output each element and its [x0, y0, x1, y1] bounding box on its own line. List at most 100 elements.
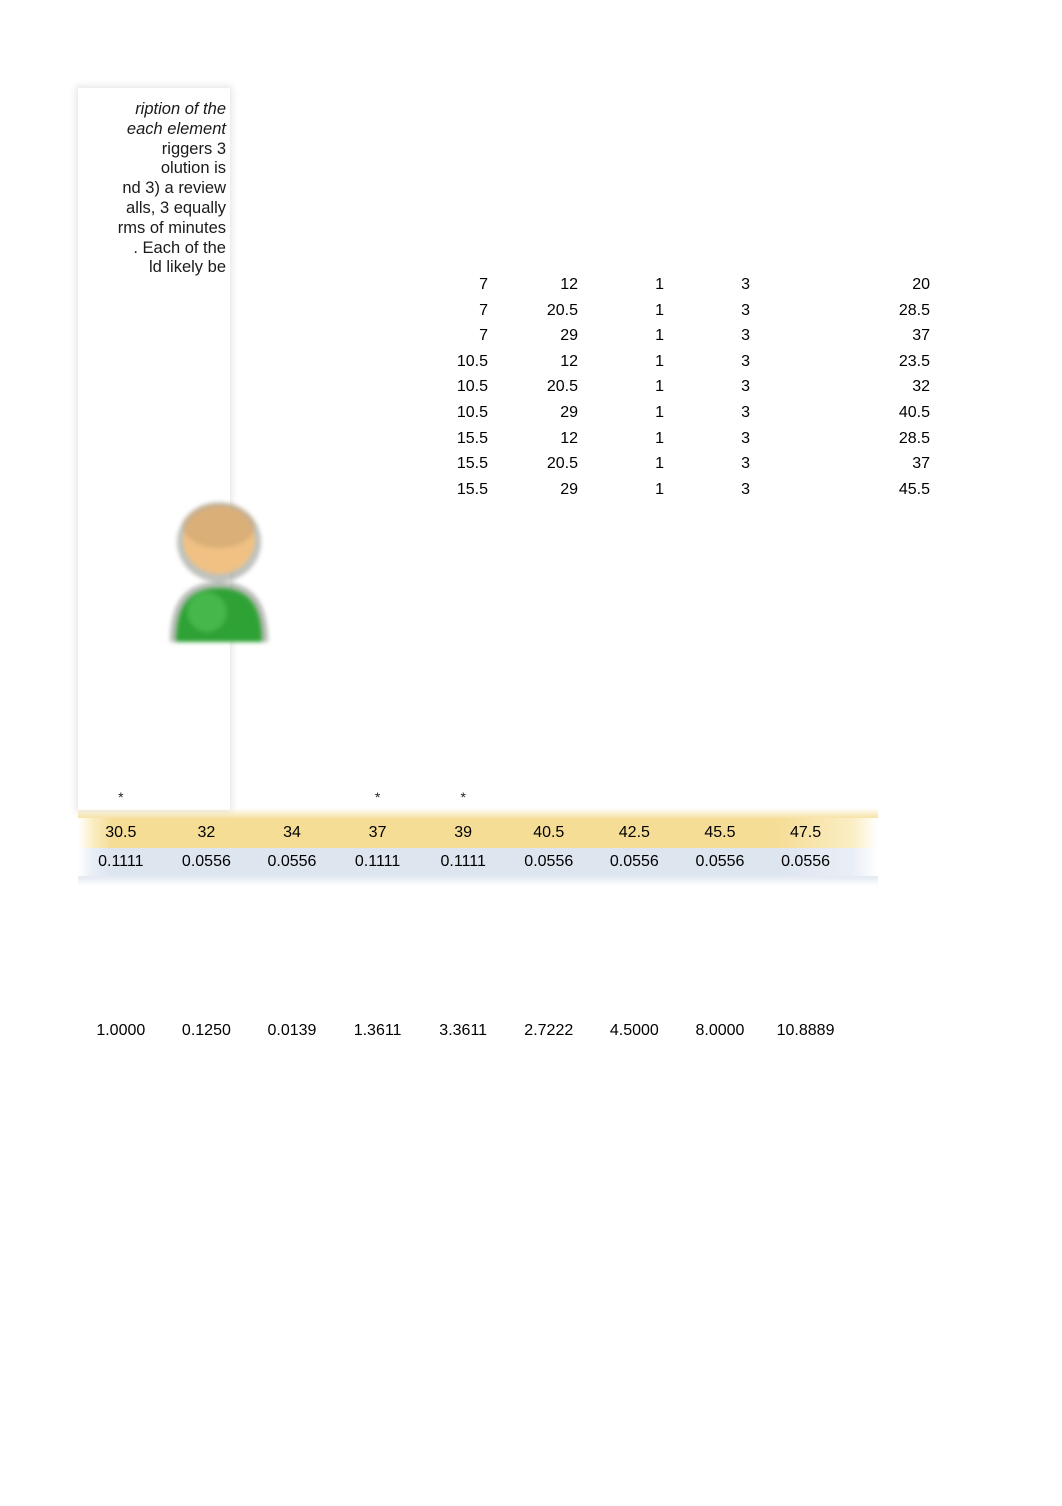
probability-cell: 0.0556 — [609, 853, 659, 870]
person-avatar-icon — [164, 494, 274, 642]
description-line-3: olution is — [160, 159, 226, 178]
table-cell: 1 — [655, 403, 664, 421]
table-cell: 12 — [560, 429, 578, 447]
table-cell: 23.5 — [898, 352, 930, 370]
table-cell: 3 — [741, 352, 750, 370]
table-cell: 12 — [560, 276, 578, 293]
table-cell: 10.5 — [456, 403, 488, 421]
table-cell: 15.5 — [456, 480, 488, 498]
probability-cell: 0.0556 — [267, 853, 317, 870]
band-fade-bottom — [78, 876, 878, 886]
probability-cell: 0.1111 — [440, 853, 486, 870]
table-cell: 40.5 — [898, 403, 930, 421]
table-cell: 1 — [655, 480, 664, 498]
data-table: 7 12 1 3 20 7 20.5 1 3 28.5 7 29 1 3 37 10.5 12 1 3 23.5 10.… — [430, 272, 930, 502]
table-cell: 45.5 — [898, 480, 930, 498]
table-cell: 3 — [741, 480, 750, 498]
value-cell: 40.5 — [533, 824, 565, 841]
computed-cell: 3.3611 — [439, 1022, 488, 1039]
table-row: 7 12 1 3 20 — [430, 272, 930, 298]
marker-cell: * — [118, 789, 124, 805]
description-line-5: alls, 3 equally — [126, 198, 226, 217]
table-cell: 29 — [560, 480, 578, 498]
value-cell: 45.5 — [704, 824, 736, 841]
marker-row: * * * — [78, 786, 878, 808]
table-cell: 1 — [655, 276, 664, 293]
table-row: 7 20.5 1 3 28.5 — [430, 298, 930, 324]
probability-cell: 0.0556 — [524, 853, 574, 870]
probability-cell: 0.0556 — [181, 853, 231, 870]
table-cell: 20.5 — [546, 378, 578, 396]
table-row: 10.5 20.5 1 3 32 — [430, 374, 930, 400]
computed-cell: 0.1250 — [181, 1022, 231, 1039]
table-cell: 12 — [560, 352, 578, 370]
computed-values-row: 1.0000 0.1250 0.0139 1.3611 3.3611 2.7222 4.50… — [78, 1018, 878, 1044]
probability-cell: 0.0556 — [781, 853, 831, 870]
computed-cell: 1.0000 — [96, 1022, 146, 1039]
table-row: 15.5 20.5 1 3 37 — [430, 451, 930, 477]
values-row: 30.5 32 34 37 39 40.5 42.5 45.5 47.5 — [78, 818, 878, 848]
band-fade-top — [78, 808, 878, 818]
computed-cell: 0.0139 — [267, 1022, 317, 1039]
probability-row: 0.1111 0.0556 0.0556 0.1111 0.1111 0.0556 0.05… — [78, 848, 878, 876]
description-text: ription of the each element riggers 3 ol… — [74, 100, 226, 278]
description-line-7: . Each of the — [133, 238, 226, 257]
value-cell: 42.5 — [618, 824, 650, 841]
table-cell: 3 — [741, 276, 750, 293]
marker-cell — [592, 786, 678, 808]
value-cell: 32 — [197, 824, 216, 841]
probability-cell: 0.1111 — [354, 853, 401, 870]
marker-cell — [249, 786, 335, 808]
table-cell: 3 — [741, 403, 750, 421]
distribution-band-block: * * * 30.5 32 34 37 39 40.5 42.5 45.5 47.5 0.1111 0… — [78, 786, 878, 886]
value-cell: 39 — [454, 824, 473, 841]
table-cell: 15.5 — [456, 455, 488, 473]
table-cell: 29 — [560, 403, 578, 421]
computed-cell: 4.5000 — [609, 1022, 659, 1039]
computed-cell: 10.8889 — [776, 1022, 835, 1039]
table-cell: 1 — [655, 455, 664, 473]
table-row: 15.5 12 1 3 28.5 — [430, 426, 930, 452]
marker-cell: * — [460, 789, 466, 805]
table-cell: 1 — [655, 378, 664, 396]
table-cell: 1 — [655, 327, 664, 345]
data-table-body: 7 12 1 3 20 7 20.5 1 3 28.5 7 29 1 3 37 10.5 12 1 3 23.5 10.… — [430, 272, 930, 502]
table-cell: 15.5 — [456, 429, 488, 447]
table-cell: 37 — [912, 327, 930, 345]
table-cell: 3 — [741, 301, 750, 319]
table-row: 10.5 29 1 3 40.5 — [430, 400, 930, 426]
value-cell: 37 — [368, 824, 387, 841]
marker-cell — [164, 786, 250, 808]
table-cell: 3 — [741, 327, 750, 345]
computed-cell: 1.3611 — [353, 1022, 402, 1039]
computed-cell: 2.7222 — [524, 1022, 574, 1039]
description-line-1: each element — [126, 119, 226, 138]
marker-cell — [506, 786, 592, 808]
table-cell: 20.5 — [546, 455, 578, 473]
table-cell: 7 — [479, 301, 488, 319]
table-cell: 32 — [912, 378, 930, 396]
table-cell: 10.5 — [456, 378, 488, 396]
table-cell: 29 — [560, 327, 578, 345]
value-cell: 34 — [283, 824, 301, 841]
table-row: 7 29 1 3 37 — [430, 323, 930, 349]
table-cell: 28.5 — [898, 301, 930, 319]
table-cell: 10.5 — [456, 352, 488, 370]
description-line-8: ld likely be — [148, 258, 226, 277]
marker-cell — [677, 786, 763, 808]
description-line-2: riggers 3 — [161, 139, 226, 158]
description-line-0: ription of the — [135, 100, 226, 118]
marker-cell: * — [374, 789, 381, 805]
table-cell: 37 — [912, 455, 930, 473]
table-cell: 1 — [655, 301, 664, 319]
value-cell: 47.5 — [789, 824, 822, 841]
value-cell: 30.5 — [105, 824, 137, 841]
table-cell: 20 — [912, 276, 930, 293]
table-cell: 3 — [741, 378, 750, 396]
description-line-4: nd 3) a review — [122, 179, 226, 198]
table-cell: 1 — [655, 429, 664, 447]
table-cell: 20.5 — [546, 301, 578, 319]
table-cell: 7 — [479, 276, 488, 293]
table-cell: 1 — [655, 352, 664, 370]
table-cell: 3 — [741, 429, 750, 447]
